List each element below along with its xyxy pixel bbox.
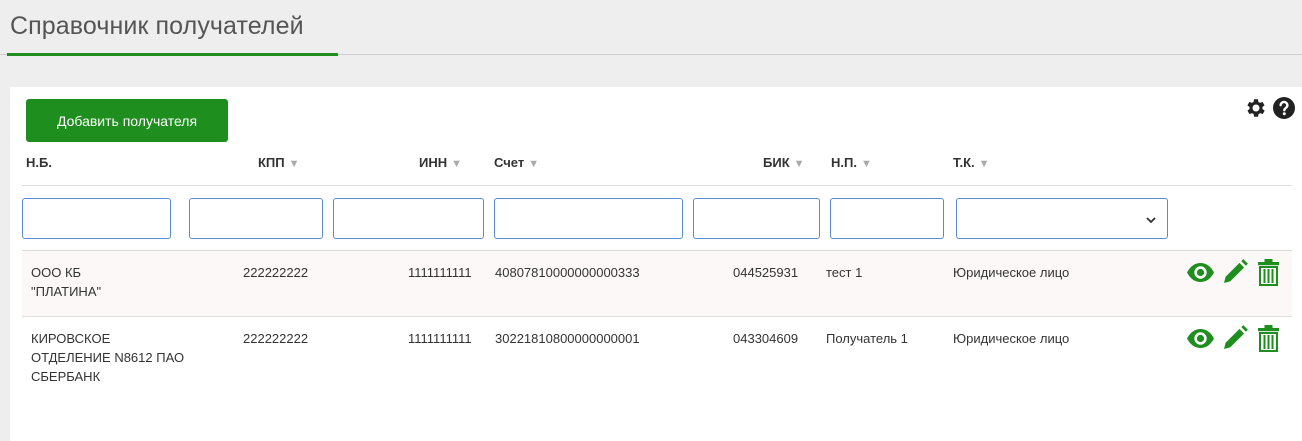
sort-caret-icon: ▼ xyxy=(978,158,990,170)
edit-icon[interactable] xyxy=(1219,323,1250,354)
column-header-bik-label: БИК xyxy=(763,155,790,170)
add-recipient-button[interactable]: Добавить получателя xyxy=(26,99,228,142)
column-header-account-label: Счет xyxy=(494,155,525,170)
row-actions xyxy=(1185,257,1284,288)
page-title: Справочник получателей xyxy=(10,12,304,40)
filter-inn-input[interactable] xyxy=(333,198,484,239)
sort-caret-icon: ▼ xyxy=(793,158,805,170)
filter-bik-input[interactable] xyxy=(693,198,820,239)
chevron-down-icon xyxy=(1145,213,1157,225)
column-header-bik[interactable]: БИК ▼ xyxy=(763,155,805,170)
gear-icon[interactable] xyxy=(1243,96,1267,120)
filter-account-input[interactable] xyxy=(494,198,683,239)
filter-np-input[interactable] xyxy=(830,198,944,239)
column-header-nb-label: Н.Б. xyxy=(26,155,52,170)
column-header-account[interactable]: Счет ▼ xyxy=(494,155,539,170)
filter-tk-select[interactable] xyxy=(956,198,1168,239)
cell-account: 30221810800000000001 xyxy=(495,331,640,346)
title-underline xyxy=(7,53,338,56)
filter-kpp-input[interactable] xyxy=(189,198,323,239)
cell-inn: 1111111111 xyxy=(408,265,472,280)
delete-icon[interactable] xyxy=(1253,257,1284,288)
cell-kpp: 222222222 xyxy=(243,265,309,280)
cell-nb: КИРОВСКОЕ ОТДЕЛЕНИЕ N8612 ПАО СБЕРБАНК xyxy=(31,331,185,384)
edit-icon[interactable] xyxy=(1219,257,1250,288)
column-header-tk-label: Т.К. xyxy=(953,155,975,170)
column-header-kpp[interactable]: КПП ▼ xyxy=(258,155,300,170)
table-row: ООО КБ "ПЛАТИНА" 222222222 1111111111 40… xyxy=(22,250,1292,316)
column-header-nb[interactable]: Н.Б. xyxy=(26,155,52,170)
header-divider xyxy=(22,185,1292,186)
column-header-np-label: Н.П. xyxy=(831,155,857,170)
view-icon[interactable] xyxy=(1185,323,1216,354)
cell-account: 40807810000000000333 xyxy=(495,265,640,280)
cell-tk: Юридическое лицо xyxy=(953,331,1070,346)
sort-caret-icon: ▼ xyxy=(288,158,300,170)
top-icons xyxy=(1243,96,1296,120)
cell-bik: 044525931 xyxy=(733,265,799,280)
recipients-panel: Добавить получателя Н.Б. КПП ▼ ИНН ▼ Счет ▼… xyxy=(10,87,1302,441)
sort-caret-icon: ▼ xyxy=(528,158,540,170)
cell-np: тест 1 xyxy=(826,265,863,280)
sort-caret-icon: ▼ xyxy=(860,158,872,170)
view-icon[interactable] xyxy=(1185,257,1216,288)
column-header-kpp-label: КПП xyxy=(258,155,285,170)
cell-np: Получатель 1 xyxy=(826,331,908,346)
help-icon[interactable] xyxy=(1272,96,1296,120)
column-header-inn-label: ИНН xyxy=(419,155,448,170)
cell-nb: ООО КБ "ПЛАТИНА" xyxy=(31,265,102,299)
column-header-inn[interactable]: ИНН ▼ xyxy=(419,155,462,170)
column-header-np[interactable]: Н.П. ▼ xyxy=(831,155,872,170)
table-row: КИРОВСКОЕ ОТДЕЛЕНИЕ N8612 ПАО СБЕРБАНК 2… xyxy=(22,316,1292,404)
filter-nb-input[interactable] xyxy=(22,198,171,239)
page-header: Справочник получателей xyxy=(0,0,1302,56)
cell-inn: 1111111111 xyxy=(408,331,472,346)
column-header-tk[interactable]: Т.К. ▼ xyxy=(953,155,990,170)
row-actions xyxy=(1185,323,1284,354)
sort-caret-icon: ▼ xyxy=(451,158,463,170)
cell-bik: 043304609 xyxy=(733,331,799,346)
delete-icon[interactable] xyxy=(1253,323,1284,354)
cell-tk: Юридическое лицо xyxy=(953,265,1070,280)
cell-kpp: 222222222 xyxy=(243,331,309,346)
